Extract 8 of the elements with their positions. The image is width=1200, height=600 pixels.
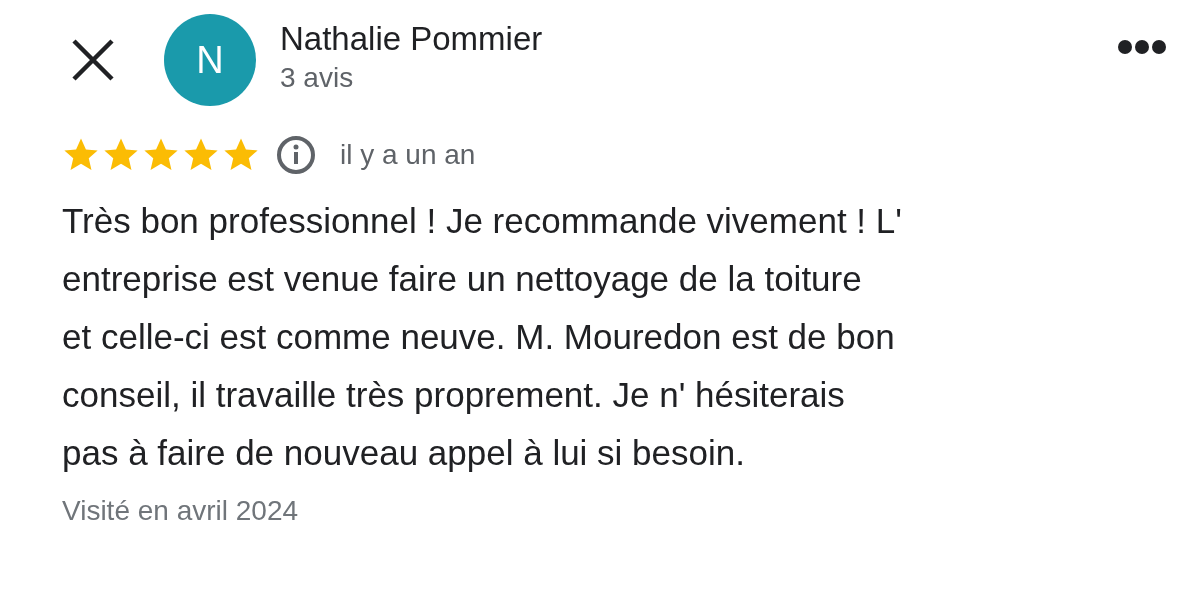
info-icon[interactable]: [276, 135, 316, 175]
visit-date: Visité en avril 2024: [62, 494, 300, 528]
review-count: 3 avis: [280, 61, 355, 96]
reviewer-name: Nathalie Pommier: [280, 20, 544, 58]
more-icon: [1117, 38, 1167, 55]
avatar: N: [164, 14, 256, 106]
review-time: il y a un an: [340, 138, 476, 172]
review-text: Très bon professionnel ! Je recommande vivement ! L' entreprise est venue faire un nettoyage de la toiture et celle-ci est comme neuve. M. Mouredon est de bon conseil, il travaille très proprement. Je n' hésiterais pas à faire de nouveau appel à lui si besoin.: [62, 200, 903, 474]
